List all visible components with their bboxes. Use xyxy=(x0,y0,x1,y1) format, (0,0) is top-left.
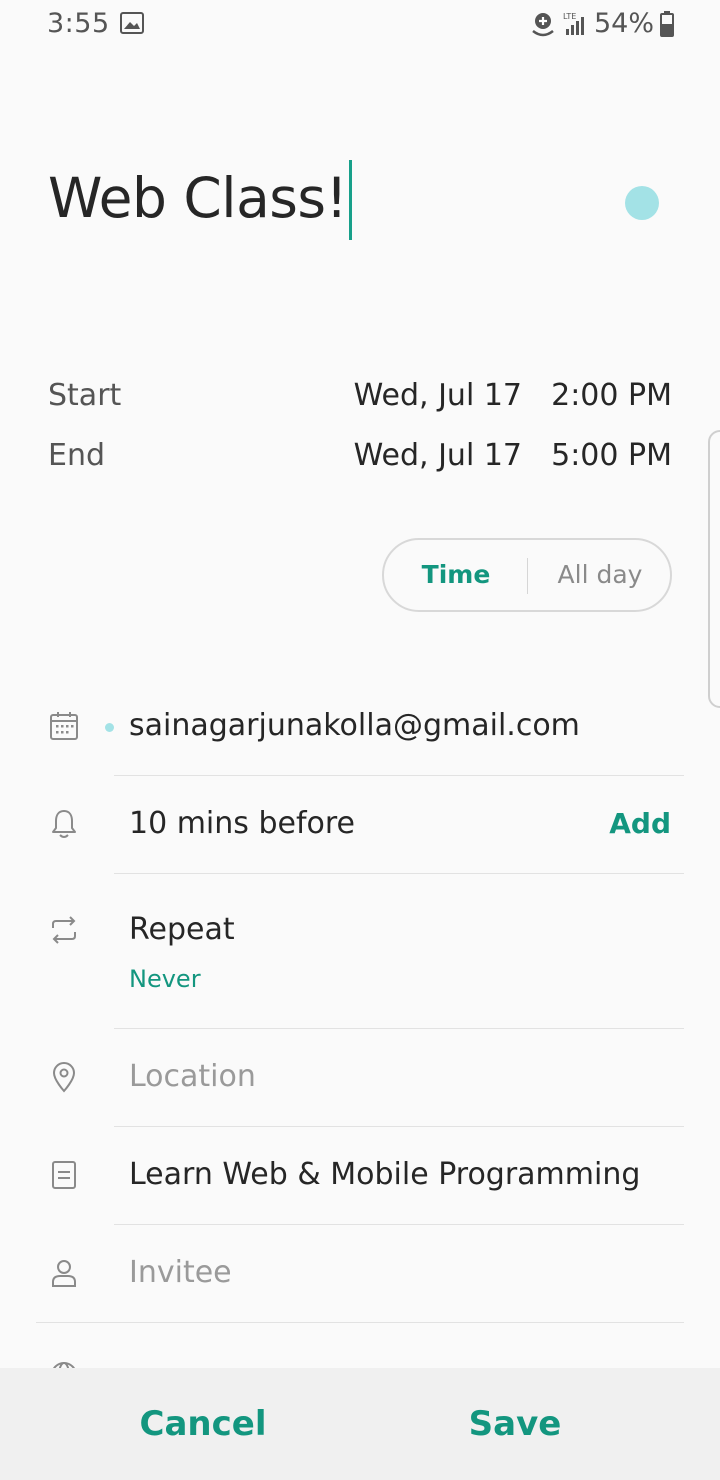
bell-icon xyxy=(52,810,76,838)
reminder-value[interactable]: 10 mins before xyxy=(129,806,355,841)
event-title-field[interactable]: Web Class! xyxy=(48,160,672,242)
repeat-icon xyxy=(52,916,76,944)
reminder-row[interactable]: 10 mins before Add xyxy=(0,776,720,873)
bottom-action-bar: Cancel Save xyxy=(0,1368,720,1480)
repeat-label: Repeat xyxy=(129,912,235,947)
time-allday-toggle: Time All day xyxy=(382,538,672,612)
add-reminder-button[interactable]: Add xyxy=(609,807,671,840)
person-icon xyxy=(52,1260,76,1287)
cancel-button[interactable]: Cancel xyxy=(73,1368,333,1480)
calendar-icon xyxy=(50,712,78,740)
status-indicators: LTE 54% xyxy=(530,8,674,39)
text-cursor xyxy=(349,160,352,240)
start-time[interactable]: 2:00 PM xyxy=(551,378,672,413)
battery-icon xyxy=(660,10,674,37)
calendar-account-row[interactable]: sainagarjunakolla@gmail.com xyxy=(0,700,720,776)
invitee-row[interactable]: Invitee xyxy=(0,1225,720,1322)
start-row[interactable]: Start Wed, Jul 17 2:00 PM xyxy=(48,378,672,422)
location-pin-icon xyxy=(52,1062,76,1093)
notes-input[interactable]: Learn Web & Mobile Programming xyxy=(129,1157,640,1192)
location-input[interactable]: Location xyxy=(129,1059,256,1094)
time-option[interactable]: Time xyxy=(384,540,528,610)
svg-text:LTE: LTE xyxy=(563,12,576,21)
scroll-handle[interactable] xyxy=(708,430,720,708)
start-date[interactable]: Wed, Jul 17 xyxy=(354,378,522,413)
save-button[interactable]: Save xyxy=(385,1368,645,1480)
event-title-text[interactable]: Web Class! xyxy=(48,166,348,230)
status-time: 3:55 xyxy=(47,8,110,39)
end-label: End xyxy=(48,438,106,473)
notes-icon xyxy=(52,1161,76,1189)
allday-option[interactable]: All day xyxy=(530,540,670,610)
globe-icon xyxy=(53,1362,75,1368)
end-date[interactable]: Wed, Jul 17 xyxy=(354,438,522,473)
end-row[interactable]: End Wed, Jul 17 5:00 PM xyxy=(48,438,672,482)
invitee-input[interactable]: Invitee xyxy=(129,1255,232,1290)
next-row-partial xyxy=(0,1323,720,1368)
status-bar: 3:55 LTE 54% xyxy=(0,0,720,50)
event-color-picker[interactable] xyxy=(625,186,659,220)
notes-row[interactable]: Learn Web & Mobile Programming xyxy=(0,1127,720,1224)
location-row[interactable]: Location xyxy=(0,1029,720,1126)
repeat-row[interactable]: Repeat Never xyxy=(0,874,720,1028)
toggle-divider xyxy=(527,558,528,594)
calendar-account-email[interactable]: sainagarjunakolla@gmail.com xyxy=(129,708,580,743)
battery-percent: 54% xyxy=(593,8,654,39)
start-label: Start xyxy=(48,378,122,413)
repeat-value[interactable]: Never xyxy=(129,965,201,993)
gallery-notification-icon xyxy=(120,12,144,34)
calendar-color-dot xyxy=(105,723,114,732)
end-time[interactable]: 5:00 PM xyxy=(551,438,672,473)
lte-signal-icon: LTE xyxy=(563,12,584,35)
location-sharing-icon xyxy=(532,12,554,36)
